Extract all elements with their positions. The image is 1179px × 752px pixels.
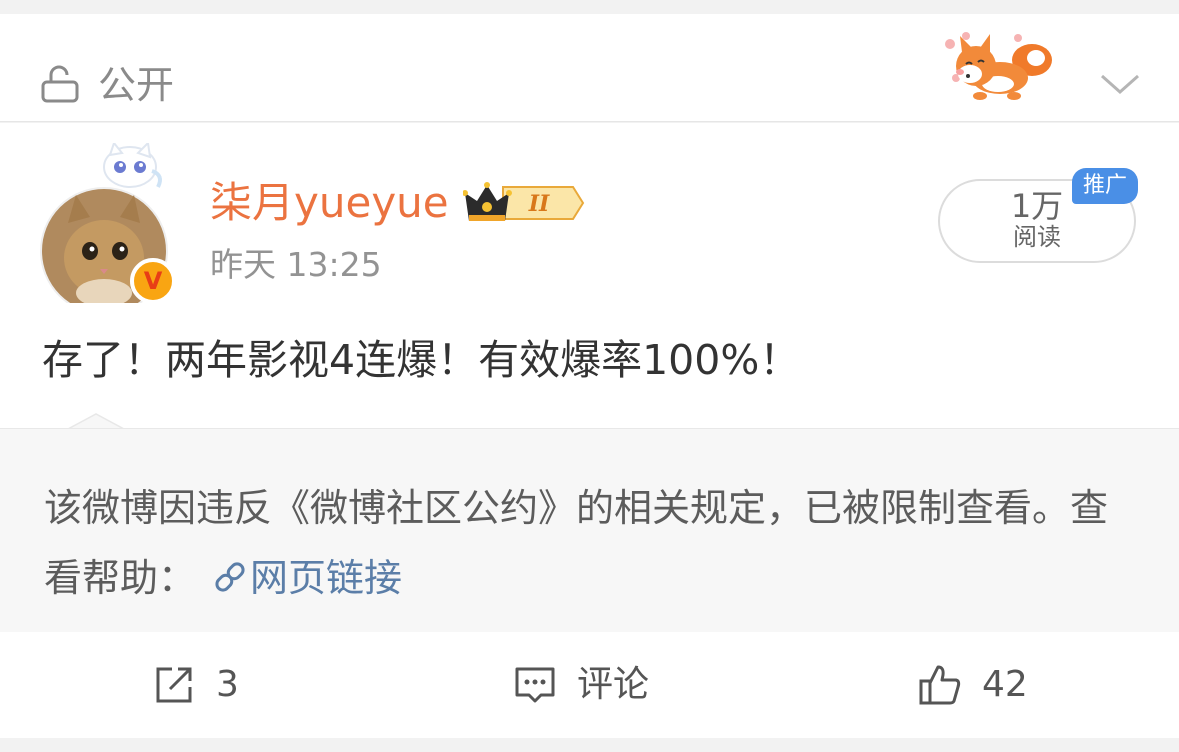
svg-text:II: II xyxy=(528,191,550,217)
thumbs-up-icon xyxy=(919,665,961,705)
post-text: 存了！两年影视4连爆！有效爆率100%！ xyxy=(42,336,801,384)
verified-badge: V xyxy=(130,258,176,304)
promote-tag[interactable]: 推广 xyxy=(1072,168,1138,204)
notice-message: 该微博因违反《微博社区公约》的相关规定，已被限制查看。查看帮助： xyxy=(44,486,1109,600)
visibility-label: 公开 xyxy=(98,63,175,107)
repost-count: 3 xyxy=(216,664,239,705)
chevron-down-icon[interactable] xyxy=(1098,68,1142,98)
action-bar: 3 评论 42 xyxy=(0,632,1179,738)
post-timestamp: 昨天 13:25 xyxy=(210,245,382,284)
weibo-post-page: 公开 V 柒月yueyue II 昨天 13:25 1万 阅读 推广 存了！两年… xyxy=(0,0,1179,752)
notice-text-block: 该微博因违反《微博社区公约》的相关规定，已被限制查看。查看帮助： 网页链接 xyxy=(44,473,1144,613)
username[interactable]: 柒月yueyue xyxy=(210,178,449,228)
post-card: V 柒月yueyue II 昨天 13:25 1万 阅读 推广 存了！两年影视4… xyxy=(0,123,1179,428)
link-icon[interactable] xyxy=(210,559,250,595)
read-label: 阅读 xyxy=(1013,223,1061,251)
lock-icon xyxy=(41,65,79,103)
like-button[interactable]: 42 xyxy=(918,660,1028,710)
web-link[interactable]: 网页链接 xyxy=(250,556,402,600)
repost-button[interactable]: 3 xyxy=(152,660,239,710)
visibility-bar[interactable]: 公开 xyxy=(0,14,1179,122)
crown-level-badge[interactable]: II xyxy=(463,181,585,225)
like-count: 42 xyxy=(982,664,1028,705)
comment-icon xyxy=(515,667,555,703)
restricted-notice: 该微博因违反《微博社区公约》的相关规定，已被限制查看。查看帮助： 网页链接 xyxy=(0,428,1179,632)
comment-label: 评论 xyxy=(577,664,650,705)
comment-button[interactable]: 评论 xyxy=(513,660,649,710)
share-icon xyxy=(156,667,192,703)
avatar[interactable]: V xyxy=(40,143,180,304)
fox-sticker-icon xyxy=(945,32,1052,100)
